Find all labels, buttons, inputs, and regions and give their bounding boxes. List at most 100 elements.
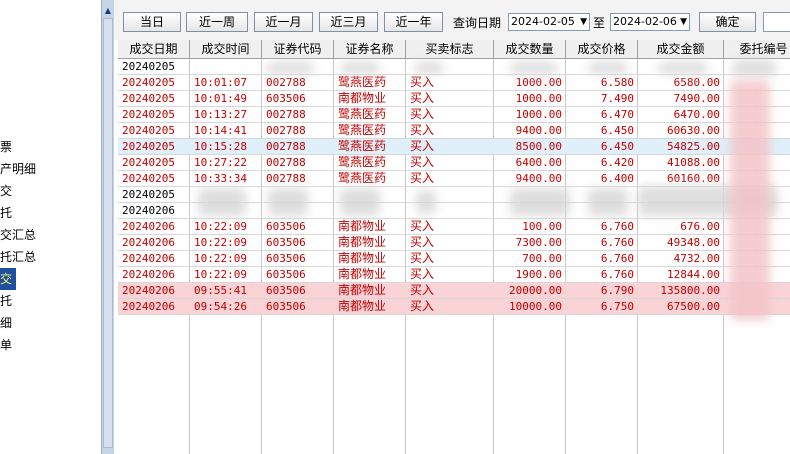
table-row[interactable]: 20240205 10:01:49 603506 南都物业 买入 1000.00 7.490… <box>118 91 790 107</box>
sidebar-item-label: 托 <box>0 206 13 220</box>
table-row[interactable]: 20240205 10:01:07 002788 鹭燕医药 买入 1000.00 6.580… <box>118 75 790 91</box>
cell-time: 10:22:09 <box>194 252 247 265</box>
to-label: 至 <box>593 16 606 30</box>
confirm-button[interactable]: 确定 <box>699 12 756 32</box>
sidebar-item[interactable]: 单 <box>0 334 40 356</box>
cell-code: 002788 <box>266 156 306 169</box>
table-row[interactable]: 20240206 10:22:09 603506 南都物业 买入 700.00 6.760 4… <box>118 251 790 267</box>
today-button[interactable]: 当日 <box>123 12 181 32</box>
cell-qty: 1000.00 <box>515 76 562 89</box>
column-header-qty[interactable]: 成交数量 <box>494 40 566 59</box>
cell-time: 10:01:07 <box>194 76 247 89</box>
sidebar-item[interactable]: 交 <box>0 180 40 202</box>
cell-name: 鹭燕医药 <box>338 171 387 185</box>
sidebar-item[interactable]: 托 <box>0 290 40 312</box>
column-header-code[interactable]: 证券代码 <box>262 40 334 59</box>
cell-code: 002788 <box>266 76 306 89</box>
cell-price: 6.750 <box>600 300 634 313</box>
start-date-picker[interactable]: 2024-02-05 ▼ <box>508 13 590 31</box>
cell-code: 603506 <box>266 252 306 265</box>
column-header-side[interactable]: 买卖标志 <box>406 40 494 59</box>
cell-side: 买入 <box>410 251 435 265</box>
sidebar-item[interactable]: 细 <box>0 312 40 334</box>
cell-code: 603506 <box>266 284 306 297</box>
blur-overlay <box>510 188 570 216</box>
column-header-date[interactable]: 成交日期 <box>118 40 190 59</box>
last-three-months-button[interactable]: 近三月 <box>319 12 378 32</box>
sidebar-scrollbar[interactable]: ▲ <box>101 0 114 454</box>
cell-date: 20240206 <box>122 204 175 217</box>
cell-date: 20240205 <box>122 92 175 105</box>
sidebar-item-label: 托 <box>0 294 13 308</box>
cell-price: 6.400 <box>600 172 634 185</box>
blur-overlay <box>340 188 380 216</box>
cell-code: 603506 <box>266 220 306 233</box>
sidebar-item[interactable]: 交汇总 <box>0 224 40 246</box>
table-row[interactable]: 20240205 10:15:28 002788 鹭燕医药 买入 8500.00 6.450… <box>118 139 790 155</box>
cell-name: 鹭燕医药 <box>338 123 387 137</box>
cell-amount: 6580.00 <box>673 76 720 89</box>
sidebar-item[interactable]: 交 <box>0 268 16 290</box>
cell-qty: 1000.00 <box>515 92 562 105</box>
cell-code: 603506 <box>266 268 306 281</box>
table-row[interactable]: 20240206 09:55:41 603506 南都物业 买入 20000.00 6.79… <box>118 283 790 299</box>
last-month-button[interactable]: 近一月 <box>254 12 313 32</box>
sidebar-list: 票产明细交托交汇总 托汇总交托细单 <box>0 136 101 356</box>
table-row[interactable]: 20240206 09:54:26 603506 南都物业 买入 10000.00 6.75… <box>118 299 790 315</box>
cell-price: 6.760 <box>600 220 634 233</box>
table-row[interactable]: 20240205 10:27:22 002788 鹭燕医药 买入 6400.00 6.420… <box>118 155 790 171</box>
cell-name: 南都物业 <box>338 251 387 265</box>
table-row[interactable]: 20240206 10:22:09 603506 南都物业 买入 1900.00 6.760… <box>118 267 790 283</box>
table-row[interactable]: 20240206 10:22:09 603506 南都物业 买入 100.00 6.760 6… <box>118 219 790 235</box>
cell-price: 6.760 <box>600 236 634 249</box>
table-row[interactable]: 20240205 10:33:34 002788 鹭燕医药 买入 9400.00 6.400… <box>118 171 790 187</box>
cell-time: 09:54:26 <box>194 300 247 313</box>
cell-date: 20240205 <box>122 188 175 201</box>
sidebar: 票产明细交托交汇总 托汇总交托细单 <box>0 0 101 454</box>
column-header-price[interactable]: 成交价格 <box>566 40 638 59</box>
scroll-up-arrow-icon[interactable]: ▲ <box>102 4 114 18</box>
cell-name: 南都物业 <box>338 267 387 281</box>
blur-overlay <box>588 62 628 74</box>
sidebar-item[interactable]: 产明细 <box>0 158 40 180</box>
column-header-time[interactable]: 成交时间 <box>190 40 262 59</box>
cell-qty: 7300.00 <box>515 236 562 249</box>
sidebar-item-label: 交 <box>0 184 13 198</box>
blur-overlay <box>732 60 776 76</box>
sidebar-item[interactable]: 托 <box>0 202 40 224</box>
extra-input-field[interactable] <box>763 12 790 32</box>
sidebar-item-label: 产明细 <box>0 162 37 176</box>
table-row[interactable]: 20240205 10:14:41 002788 鹭燕医药 买入 9400.00 6.450… <box>118 123 790 139</box>
query-toolbar: 当日 近一周 近一月 近三月 近一年 查询日期 2024-02-05 ▼ 至 2… <box>114 0 790 40</box>
end-date-picker[interactable]: 2024-02-06 ▼ <box>610 13 690 31</box>
last-year-button[interactable]: 近一年 <box>384 12 443 32</box>
column-header-order[interactable]: 委托编号 <box>724 40 790 59</box>
cell-qty: 1900.00 <box>515 268 562 281</box>
cell-price: 6.580 <box>600 76 634 89</box>
column-header-name[interactable]: 证券名称 <box>334 40 406 59</box>
blur-overlay <box>658 62 708 74</box>
cell-qty: 10000.00 <box>509 300 562 313</box>
cell-time: 09:55:41 <box>194 284 247 297</box>
cell-code: 002788 <box>266 124 306 137</box>
table-row[interactable]: 20240206 10:22:09 603506 南都物业 买入 7300.00 6.760… <box>118 235 790 251</box>
column-header-amount[interactable]: 成交金额 <box>638 40 724 59</box>
cell-time: 10:15:28 <box>194 140 247 153</box>
cell-date: 20240205 <box>122 76 175 89</box>
cell-price: 6.450 <box>600 124 634 137</box>
cell-amount: 41088.00 <box>667 156 720 169</box>
cell-date: 20240206 <box>122 300 175 313</box>
table-row[interactable]: 20240205 10:13:27 002788 鹭燕医药 买入 1000.00 6.470… <box>118 107 790 123</box>
cell-code: 603506 <box>266 92 306 105</box>
scrollbar-thumb[interactable] <box>103 18 113 448</box>
sidebar-item[interactable]: 托汇总 <box>0 246 40 268</box>
last-week-button[interactable]: 近一周 <box>186 12 248 32</box>
cell-name: 南都物业 <box>338 219 387 233</box>
cell-date: 20240206 <box>122 252 175 265</box>
blur-overlay <box>340 62 380 74</box>
sidebar-item[interactable]: 票 <box>0 136 40 158</box>
cell-side: 买入 <box>410 267 435 281</box>
cell-amount: 12844.00 <box>667 268 720 281</box>
cell-price: 6.420 <box>600 156 634 169</box>
cell-price: 6.760 <box>600 268 634 281</box>
